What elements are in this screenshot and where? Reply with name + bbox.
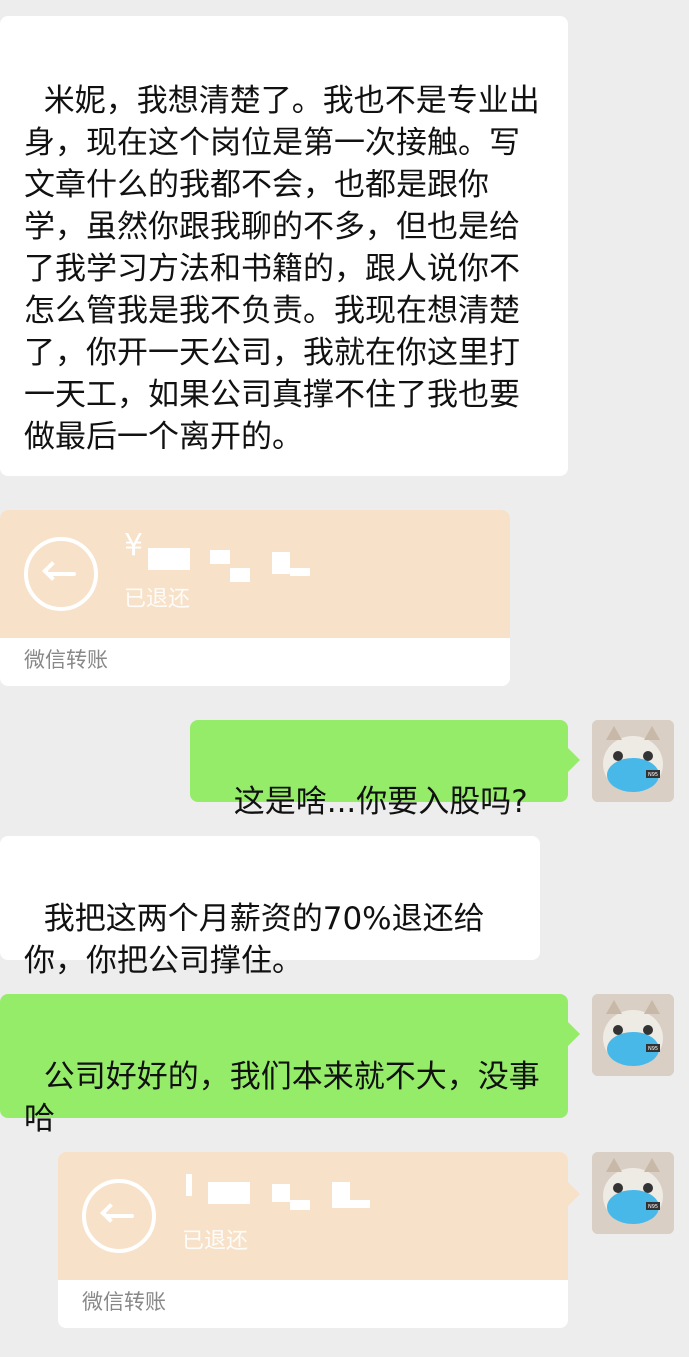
transfer-card-sent[interactable]: 已退还 微信转账	[58, 1152, 568, 1328]
avatar[interactable]: N95	[592, 994, 674, 1076]
redacted-amount	[208, 1182, 250, 1204]
return-arrow-icon	[82, 1179, 156, 1253]
incoming-message-bubble[interactable]: 米妮，我想清楚了。我也不是专业出身，现在这个岗位是第一次接触。写文章什么的我都不…	[0, 16, 568, 476]
bubble-tail	[568, 1182, 580, 1206]
avatar[interactable]: N95	[592, 720, 674, 802]
transfer-footer-label: 微信转账	[24, 648, 108, 672]
redacted-amount	[272, 1184, 290, 1202]
redacted-amount	[350, 1200, 370, 1208]
redacted-amount	[210, 550, 230, 564]
redacted-amount	[332, 1182, 350, 1208]
mask-label: N95	[648, 1046, 658, 1052]
redacted-amount	[272, 552, 290, 574]
message-text: 公司好好的，我们本来就不大，没事哈	[24, 1059, 540, 1137]
transfer-footer-label: 微信转账	[82, 1290, 166, 1314]
return-arrow-icon	[24, 537, 98, 611]
incoming-message-bubble[interactable]: 我把这两个月薪资的70%退还给你，你把公司撑住。	[0, 836, 540, 979]
outgoing-message-bubble[interactable]: 公司好好的，我们本来就不大，没事哈	[0, 994, 580, 1137]
redacted-amount	[290, 1200, 310, 1210]
redacted-amount	[230, 568, 250, 582]
transfer-card-received[interactable]: ¥ 已退还 微信转账	[0, 510, 510, 686]
message-text: 这是啥...你要入股吗?	[233, 784, 528, 820]
redacted-amount	[186, 1174, 192, 1196]
transfer-card-header: 已退还	[58, 1152, 568, 1280]
message-text: 我把这两个月薪资的70%退还给你，你把公司撑住。	[24, 901, 485, 979]
mask-label: N95	[648, 1204, 658, 1210]
outgoing-message-bubble[interactable]: 这是啥...你要入股吗?	[190, 720, 580, 820]
redacted-amount	[290, 568, 310, 576]
message-text: 米妮，我想清楚了。我也不是专业出身，现在这个岗位是第一次接触。写文章什么的我都不…	[24, 83, 540, 455]
transfer-status: 已退还	[124, 587, 191, 612]
redacted-amount	[148, 548, 190, 570]
mask-label: N95	[648, 772, 658, 778]
transfer-card-header: ¥ 已退还	[0, 510, 510, 638]
transfer-status: 已退还	[182, 1229, 249, 1254]
avatar[interactable]: N95	[592, 1152, 674, 1234]
transfer-currency: ¥	[124, 528, 144, 563]
